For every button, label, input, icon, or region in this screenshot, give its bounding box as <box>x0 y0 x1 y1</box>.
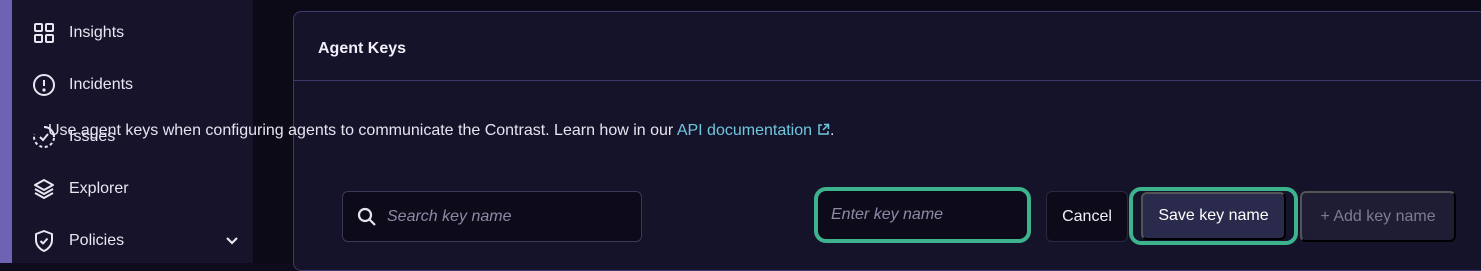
card-title: Agent Keys <box>318 40 407 57</box>
save-key-name-button[interactable]: Save key name <box>1141 192 1286 240</box>
api-documentation-link[interactable]: API documentation <box>677 122 830 139</box>
search-input[interactable] <box>387 207 627 226</box>
sidebar-accent-bar <box>0 0 12 263</box>
key-name-input[interactable] <box>831 206 1021 224</box>
card-description: Use agent keys when configuring agents t… <box>48 122 834 140</box>
sidebar-item-label: Explorer <box>69 180 129 197</box>
sidebar-item-incidents[interactable]: Incidents <box>32 67 242 103</box>
key-name-field[interactable] <box>814 187 1031 243</box>
link-label: API documentation <box>676 122 813 139</box>
sidebar-item-insights[interactable]: Insights <box>32 15 242 51</box>
sidebar-item-label: Policies <box>69 232 125 249</box>
layers-icon <box>32 177 56 201</box>
cancel-button[interactable]: Cancel <box>1046 191 1128 242</box>
grid-icon <box>32 21 56 45</box>
alert-circle-icon <box>32 73 56 97</box>
add-key-name-button[interactable]: + Add key name <box>1300 191 1456 242</box>
card-header: Agent Keys <box>294 12 1481 81</box>
search-icon <box>357 207 377 227</box>
search-box[interactable] <box>342 191 642 242</box>
external-link-icon <box>817 123 830 136</box>
sidebar-item-explorer[interactable]: Explorer <box>32 171 242 207</box>
sidebar-item-policies[interactable]: Policies <box>32 223 242 259</box>
description-text: Use agent keys when configuring agents t… <box>48 122 677 139</box>
sidebar-item-label: Incidents <box>69 76 134 93</box>
shield-check-icon <box>32 229 56 253</box>
chevron-down-icon[interactable] <box>222 231 242 251</box>
sidebar-item-label: Insights <box>69 24 125 41</box>
description-suffix: . <box>830 122 835 139</box>
